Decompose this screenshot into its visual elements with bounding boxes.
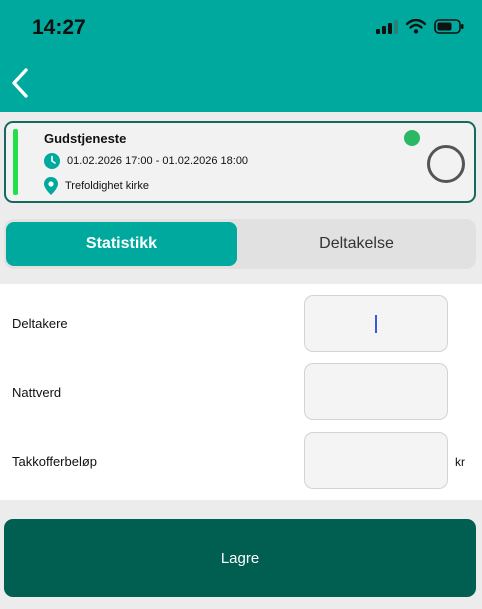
- event-card[interactable]: Gudstjeneste 01.02.2026 17:00 - 01.02.20…: [4, 121, 476, 203]
- tab-deltakelse[interactable]: Deltakelse: [241, 222, 472, 266]
- status-time: 14:27: [32, 16, 86, 39]
- cellular-signal-icon: [376, 19, 398, 34]
- text-caret: [375, 315, 377, 333]
- tab-statistikk[interactable]: Statistikk: [6, 222, 237, 266]
- complete-toggle[interactable]: [427, 145, 465, 183]
- app-header: 14:27: [0, 0, 482, 112]
- save-button[interactable]: Lagre: [4, 519, 476, 597]
- clock-icon: [44, 153, 60, 169]
- battery-icon: [434, 19, 464, 34]
- event-location: Trefoldighet kirke: [65, 180, 149, 192]
- event-datetime: 01.02.2026 17:00 - 01.02.2026 18:00: [67, 155, 249, 167]
- participants-input[interactable]: [304, 295, 448, 352]
- status-dot: [404, 130, 420, 146]
- event-title: Gudstjeneste: [44, 131, 127, 146]
- event-location-row: Trefoldighet kirke: [44, 177, 149, 195]
- event-status-bar: [13, 129, 18, 195]
- status-icons: [376, 19, 464, 34]
- participants-label: Deltakere: [12, 316, 68, 331]
- communion-label: Nattverd: [12, 385, 62, 400]
- wifi-icon: [406, 19, 426, 34]
- segmented-control: Statistikk Deltakelse: [4, 219, 476, 269]
- currency-unit: kr: [455, 455, 465, 469]
- back-button[interactable]: [6, 66, 34, 100]
- communion-input[interactable]: [304, 363, 448, 420]
- offering-label: Takkofferbeløp: [12, 454, 98, 469]
- offering-input[interactable]: [304, 432, 448, 489]
- event-time-row: 01.02.2026 17:00 - 01.02.2026 18:00: [44, 153, 248, 169]
- map-pin-icon: [44, 177, 58, 195]
